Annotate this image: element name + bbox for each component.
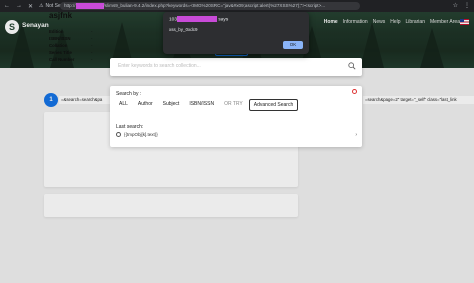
search-by-options: ALL Author Subject ISBN/ISSN OR TRY Adva… [115,99,299,111]
alert-message: xss_by_0xdc9 [169,27,198,32]
option-all[interactable]: ALL [115,99,132,111]
warning-icon: ⚠ [39,3,44,9]
meta-key: Call Number [49,57,75,62]
alert-title: 103 says [169,16,228,22]
meta-value: - [91,29,93,34]
last-search-text: {{tmpObj[k].text}} [124,132,158,137]
redaction-block [177,16,218,22]
top-nav: Home Information News Help Librarian Mem… [324,19,460,25]
back-icon[interactable]: ← [4,3,10,10]
meta-row: Call Number - [49,56,92,63]
close-panel-icon[interactable] [352,89,357,94]
meta-value: - [91,36,93,41]
forward-icon[interactable]: → [16,3,22,10]
meta-row: Collation - [49,42,92,49]
meta-key: Series Title [49,50,72,55]
meta-value: - [91,43,93,48]
bookmark-icon[interactable]: ☆ [453,2,458,9]
alert-title-prefix: 103 [169,17,178,23]
advanced-search-button[interactable]: Advanced Search [248,99,299,111]
menu-icon[interactable]: ⋮ [464,2,470,9]
search-icon[interactable] [348,62,356,70]
meta-key: Collation [49,43,68,48]
nav-librarian[interactable]: Librarian [406,19,425,25]
nav-member-area[interactable]: Member Area [430,19,460,25]
meta-value: - [91,57,93,62]
meta-row: ISBN/ISSN - [49,35,92,42]
option-isbn-issn[interactable]: ISBN/ISSN [185,99,218,111]
last-search-label: Last search: [116,124,144,130]
alert-title-suffix: says [218,17,229,23]
alert-dialog: 103 says xss_by_0xdc9 OK [163,12,309,54]
result-meta: Edition - ISBN/ISSN - Collation - Series Ti… [49,28,92,63]
search-options-panel: Search by : ALL Author Subject ISBN/ISSN… [110,86,362,147]
alert-ok-button[interactable]: OK [283,41,303,49]
nav-information[interactable]: Information [343,19,368,25]
browser-nav-icons: ← → ✕ [0,3,33,10]
url-field[interactable]: http:// /slims9_bulian-9.4.2/index.php?ke… [60,2,360,10]
option-subject[interactable]: Subject [159,99,184,111]
meta-row: Edition - [49,28,92,35]
meta-key: ISBN/ISSN [49,36,71,41]
injected-text-right: =search&page=2" target="_self" class="la… [363,96,474,104]
chevron-right-icon[interactable]: › [355,132,357,138]
result-card-empty [44,194,298,217]
meta-value: - [91,50,93,55]
or-try-label: OR TRY [224,101,243,107]
meta-key: Edition [49,29,64,34]
last-search-item[interactable]: {{tmpObj[k].text}} [116,132,158,137]
nav-home[interactable]: Home [324,19,338,25]
search-placeholder: Enter keywords to search collection... [118,63,201,69]
nav-news[interactable]: News [373,19,386,25]
url-prefix: http:// [64,3,76,8]
option-author[interactable]: Author [134,99,157,111]
nav-help[interactable]: Help [390,19,400,25]
injected-text-left: =&search=search&pa [59,96,110,104]
result-title[interactable]: asjfnk [49,11,72,20]
clock-icon [116,132,121,137]
language-flag-icon[interactable] [460,19,469,25]
search-by-label: Search by : [116,91,142,97]
browser-actions: ☆ ⋮ [453,2,470,9]
meta-row: Series Title - [49,49,92,56]
page-step-badge[interactable]: 1 [44,93,58,107]
site-brand[interactable]: Senayan [22,22,49,29]
site-logo[interactable]: S [5,20,19,34]
redaction-block [75,2,104,9]
reload-icon[interactable]: ✕ [28,3,33,10]
search-input[interactable]: Enter keywords to search collection... [110,58,362,76]
url-rest: /slims9_bulian-9.4.2/index.php?keywords=… [103,3,326,8]
